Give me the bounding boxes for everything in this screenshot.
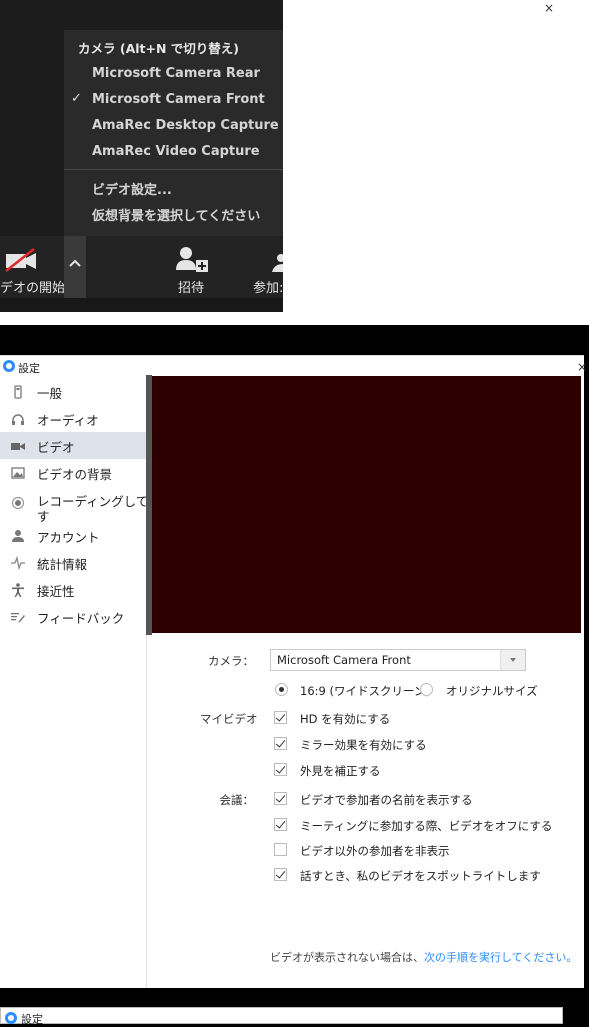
hide-non-video-checkbox[interactable] (274, 843, 287, 856)
video-off-join-label: ミーティングに参加する際、ビデオをオフにする (300, 819, 553, 833)
settings-sidebar: 一般 オーディオ ビデオ ビデオの背景 レコーディングしていま す アカウント … (0, 375, 173, 988)
spotlight-label: 話すとき、私のビデオをスポットライトします (300, 869, 541, 883)
hd-label: HD を有効にする (300, 712, 391, 726)
my-video-label: マイビデオ (200, 712, 258, 726)
mirror-checkbox[interactable] (274, 737, 287, 750)
show-names-checkbox[interactable] (274, 792, 287, 805)
camera-icon (11, 439, 25, 453)
sidebar-item-label: ビデオの背景 (37, 467, 113, 482)
settings-title: 設定 (18, 362, 40, 375)
chevron-down-icon[interactable] (500, 650, 525, 670)
accessibility-icon (11, 583, 25, 597)
menu-item-camera-rear[interactable]: Microsoft Camera Rear (92, 66, 260, 81)
invite-label[interactable]: 招待 (178, 277, 204, 296)
sidebar-item-label: オーディオ (37, 413, 99, 428)
sidebar-item-label: フィードバック (37, 611, 125, 626)
settings-window: 設定 × 一般 オーディオ ビデオ ビデオの背景 レコーディングしていま す ア… (0, 355, 587, 988)
ratio-original-radio[interactable] (420, 683, 433, 696)
sidebar-item-label: ビデオ (37, 440, 75, 455)
menu-item-camera-front[interactable]: Microsoft Camera Front (92, 92, 265, 107)
settings-window-partial: 設定 (0, 1007, 563, 1026)
add-user-icon[interactable] (174, 246, 210, 272)
record-icon (11, 496, 25, 510)
hide-non-video-label: ビデオ以外の参加者を非表示 (300, 844, 450, 858)
sidebar-item-statistics[interactable]: 統計情報 (0, 549, 146, 576)
participants-icon[interactable] (272, 254, 283, 272)
sidebar-item-label: 一般 (37, 386, 63, 401)
camera-select-value: Microsoft Camera Front (277, 653, 411, 667)
hd-checkbox[interactable] (274, 711, 287, 724)
ratio-original-label: オリジナルサイズ (446, 684, 538, 698)
settings-title: 設定 (21, 1013, 43, 1026)
camera-label: カメラ： (208, 654, 254, 668)
camera-select[interactable]: Microsoft Camera Front (270, 649, 526, 671)
meeting-label: 会議： (219, 793, 255, 807)
mirror-label: ミラー効果を有効にする (300, 738, 427, 752)
chevron-up-icon (69, 259, 81, 267)
video-off-icon[interactable] (4, 248, 38, 272)
ratio-wide-label: 16:9 (ワイドスクリーン) (300, 684, 430, 698)
sidebar-item-virtual-background[interactable]: ビデオの背景 (0, 459, 146, 486)
menu-item-video-settings[interactable]: ビデオ設定... (92, 179, 172, 198)
sidebar-item-feedback[interactable]: フィードバック (0, 603, 146, 630)
start-video-label[interactable]: デオの開始 (0, 277, 65, 296)
participants-label[interactable]: 参加: (253, 277, 283, 296)
zoom-meeting-screenshot: カメラ (Alt+N で切り替え) Microsoft Camera Rear … (0, 0, 589, 325)
close-icon[interactable]: × (544, 1, 554, 15)
touch-up-label: 外見を補正する (300, 764, 381, 778)
video-options-button[interactable] (64, 236, 86, 298)
sidebar-item-audio[interactable]: オーディオ (0, 405, 146, 432)
sidebar-item-account[interactable]: アカウント (0, 522, 146, 549)
sidebar-item-label: 統計情報 (37, 557, 88, 572)
sidebar-item-accessibility[interactable]: 接近性 (0, 576, 146, 603)
sidebar-item-label: 接近性 (37, 584, 75, 599)
zoom-logo-icon (3, 360, 15, 372)
toolbar-bottom-strip (0, 298, 283, 312)
zoom-logo-icon (5, 1012, 17, 1024)
pulse-icon (11, 555, 25, 571)
sidebar-item-general[interactable]: 一般 (0, 378, 146, 405)
touch-up-checkbox[interactable] (274, 763, 287, 776)
camera-menu: カメラ (Alt+N で切り替え) Microsoft Camera Rear … (64, 30, 283, 236)
camera-menu-title: カメラ (Alt+N で切り替え) (78, 41, 239, 56)
menu-item-desktop-capture[interactable]: AmaRec Desktop Capture (92, 118, 279, 133)
feedback-icon (11, 610, 25, 624)
menu-item-virtual-background[interactable]: 仮想背景を選択してください (92, 205, 260, 224)
video-preview (152, 376, 581, 633)
help-link[interactable]: 次の手順を実行してください。 (424, 951, 577, 964)
help-row: ビデオが表示されない場合は、次の手順を実行してください。 (270, 949, 577, 965)
help-text: ビデオが表示されない場合は、 (270, 951, 424, 964)
image-icon (11, 466, 25, 480)
menu-item-video-capture[interactable]: AmaRec Video Capture (92, 144, 260, 159)
show-names-label: ビデオで参加者の名前を表示する (300, 793, 473, 807)
close-icon[interactable]: × (577, 360, 587, 374)
person-icon (11, 529, 25, 543)
sidebar-item-recording[interactable]: レコーディングしていま す (0, 486, 173, 524)
video-off-join-checkbox[interactable] (274, 818, 287, 831)
sidebar-item-video[interactable]: ビデオ (0, 432, 146, 459)
settings-titlebar: 設定 × (0, 355, 587, 376)
check-icon: ✓ (71, 91, 82, 106)
menu-divider (64, 169, 283, 170)
sidebar-item-label: アカウント (37, 530, 100, 545)
headphones-icon (11, 412, 25, 426)
ratio-wide-radio[interactable] (275, 683, 288, 696)
spotlight-checkbox[interactable] (274, 868, 287, 881)
general-icon (11, 385, 25, 399)
